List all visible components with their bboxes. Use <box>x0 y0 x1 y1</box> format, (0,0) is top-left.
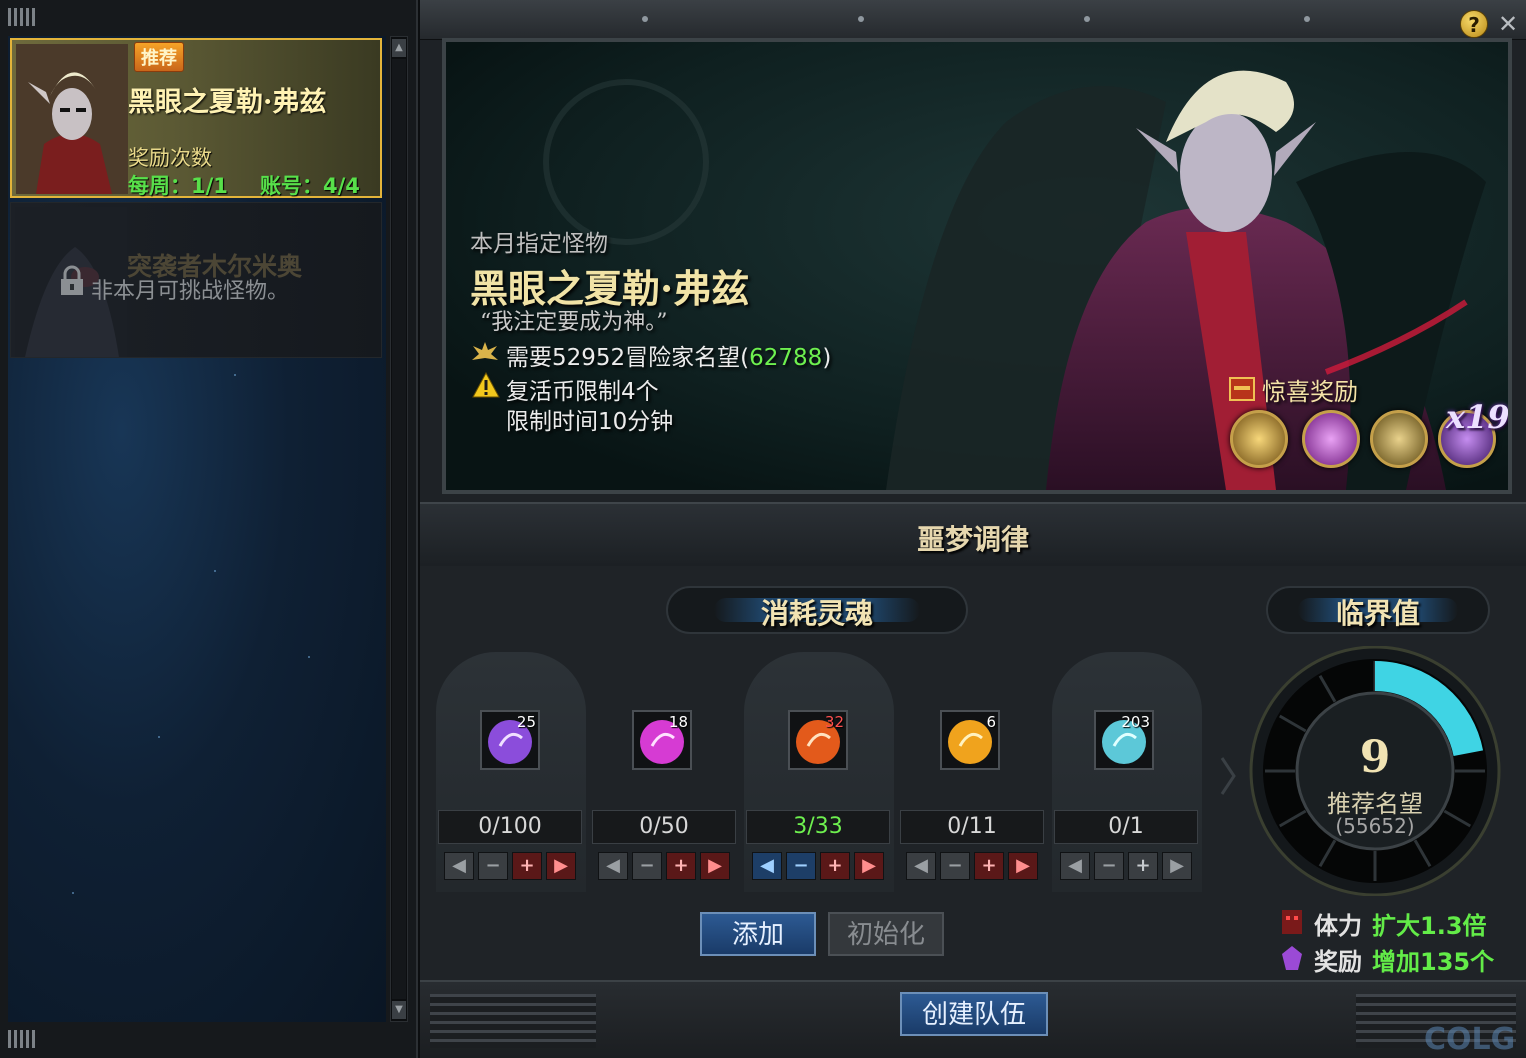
minus-button[interactable]: − <box>786 852 816 880</box>
weekly-count: 每周：1/1 <box>128 174 228 198</box>
soul-item-3[interactable]: 32 <box>788 710 848 770</box>
plus-button[interactable]: + <box>820 852 850 880</box>
lock-icon <box>61 265 83 295</box>
monster-list: 推荐 黑眼之夏勒·弗兹 奖励次数 每周：1/1 账号：4/4 突袭者木尔米奥 非… <box>8 36 386 1022</box>
current-fame: 62788 <box>749 345 823 371</box>
list-scrollbar[interactable]: ▲ ▼ <box>390 36 408 1022</box>
effect-row-hp: 体力 扩大1.3倍 <box>1280 906 1487 941</box>
soul-count: 6 <box>986 713 996 731</box>
soul-count: 25 <box>516 713 536 731</box>
max-button[interactable]: ▶ <box>1008 852 1038 880</box>
title-rail[interactable]: ? ✕ <box>420 0 1526 40</box>
surprise-reward-label: 惊喜奖励 <box>1262 378 1358 406</box>
min-button[interactable]: ◀ <box>752 852 782 880</box>
soul-count: 203 <box>1121 713 1150 731</box>
watermark: COLG <box>1424 1022 1516 1057</box>
critical-value-header: 临界值 <box>1266 586 1490 634</box>
purple-emblem-icon <box>1282 946 1302 970</box>
soul-count: 18 <box>668 713 688 731</box>
banner-quote: “我注定要成为神。” <box>480 310 668 335</box>
soul-qty-5: 0/1 <box>1054 810 1198 844</box>
minus-button[interactable]: − <box>632 852 662 880</box>
plus-button[interactable]: + <box>512 852 542 880</box>
scroll-down-icon[interactable]: ▼ <box>392 1001 406 1019</box>
effect-reward-label: 奖励 <box>1314 948 1362 976</box>
create-team-button[interactable]: 创建队伍 <box>900 992 1048 1036</box>
scroll-track[interactable] <box>392 59 406 999</box>
plus-button[interactable]: + <box>974 852 1004 880</box>
treasure-chest-icon <box>1229 377 1255 401</box>
soul-qty-3: 3/33 <box>746 810 890 844</box>
monster-list-panel: 推荐 黑眼之夏勒·弗兹 奖励次数 每周：1/1 账号：4/4 突袭者木尔米奥 非… <box>0 0 418 1058</box>
time-limit: 限制时间10分钟 <box>506 409 674 435</box>
effect-reward-value: 增加135个 <box>1372 948 1495 976</box>
plus-button[interactable]: + <box>1128 852 1158 880</box>
drag-grip-bottom[interactable] <box>8 1030 38 1048</box>
reward-count-label: 奖励次数 <box>128 146 212 170</box>
soul-qty-4: 0/11 <box>900 810 1044 844</box>
gold-bundle-icon[interactable] <box>1370 410 1428 468</box>
bottom-bar: 创建队伍 COLG <box>420 980 1526 1058</box>
min-button[interactable]: ◀ <box>1060 852 1090 880</box>
account-count: 账号：4/4 <box>260 174 360 198</box>
min-button[interactable]: ◀ <box>444 852 474 880</box>
monster-card-selected[interactable]: 推荐 黑眼之夏勒·弗兹 奖励次数 每周：1/1 账号：4/4 <box>10 38 382 198</box>
monster-card-locked[interactable]: 突袭者木尔米奥 非本月可挑战怪物。 <box>10 202 382 358</box>
monster-name: 黑眼之夏勒·弗兹 <box>128 87 327 118</box>
demon-mask-icon <box>1282 910 1302 934</box>
soul-item-4[interactable]: 6 <box>940 710 1000 770</box>
critical-value: 9 <box>1359 732 1391 783</box>
add-button[interactable]: 添加 <box>700 912 816 956</box>
banner-subtitle: 本月指定怪物 <box>470 231 608 257</box>
reset-button[interactable]: 初始化 <box>828 912 944 956</box>
effect-row-reward: 奖励 增加135个 <box>1280 942 1494 977</box>
critical-value-label: 临界值 <box>1335 597 1420 630</box>
effect-hp-label: 体力 <box>1314 912 1362 940</box>
minus-button[interactable]: − <box>1094 852 1124 880</box>
critical-gauge: 9 推荐名望 (55652) <box>1240 645 1510 897</box>
tuning-body: 消耗灵魂 临界值 25 0/100 ◀ − + ▶ 18 0/50 ◀ − + … <box>420 566 1526 980</box>
purple-gem-icon[interactable] <box>1302 410 1360 468</box>
main-panel: ? ✕ 本月指定怪物 黑眼之夏勒·弗兹 “我注定要成为神。” 需要52952冒险… <box>420 0 1526 1058</box>
soul-item-1[interactable]: 25 <box>480 710 540 770</box>
lock-note: 非本月可挑战怪物。 <box>91 279 290 304</box>
fame-emblem-icon <box>472 342 498 360</box>
close-button[interactable]: ✕ <box>1496 10 1520 38</box>
soul-item-5[interactable]: 203 <box>1094 710 1154 770</box>
warning-icon <box>472 372 500 398</box>
minus-button[interactable]: − <box>940 852 970 880</box>
fame-requirement: 需要52952冒险家名望(62788) <box>506 345 832 371</box>
revive-limit: 复活币限制4个 <box>506 379 659 405</box>
max-button[interactable]: ▶ <box>700 852 730 880</box>
soul-count: 32 <box>824 713 844 731</box>
minus-button[interactable]: − <box>478 852 508 880</box>
effect-hp-value: 扩大1.3倍 <box>1372 912 1487 940</box>
min-button[interactable]: ◀ <box>598 852 628 880</box>
section-title: 噩梦调律 <box>916 523 1029 556</box>
soul-qty-1: 0/100 <box>438 810 582 844</box>
recommended-fame-value: (55652) <box>1335 814 1415 838</box>
max-button[interactable]: ▶ <box>854 852 884 880</box>
scroll-up-icon[interactable]: ▲ <box>392 39 406 57</box>
plus-button[interactable]: + <box>666 852 696 880</box>
min-button[interactable]: ◀ <box>906 852 936 880</box>
help-button[interactable]: ? <box>1460 10 1488 38</box>
consume-souls-header: 消耗灵魂 <box>666 586 968 634</box>
recommended-badge: 推荐 <box>134 42 184 72</box>
max-button[interactable]: ▶ <box>1162 852 1192 880</box>
chevron-right-icon <box>1220 757 1236 795</box>
monster-portrait <box>16 44 128 194</box>
max-button[interactable]: ▶ <box>546 852 576 880</box>
soul-item-2[interactable]: 18 <box>632 710 692 770</box>
monster-banner: 本月指定怪物 黑眼之夏勒·弗兹 “我注定要成为神。” 需要52952冒险家名望(… <box>442 38 1512 494</box>
section-header: 噩梦调律 <box>420 502 1526 566</box>
reward-multiplier: x19 <box>1446 398 1510 436</box>
consume-souls-label: 消耗灵魂 <box>760 597 873 630</box>
drag-grip-top[interactable] <box>8 8 38 26</box>
gold-gem-icon[interactable] <box>1230 410 1288 468</box>
soul-qty-2: 0/50 <box>592 810 736 844</box>
